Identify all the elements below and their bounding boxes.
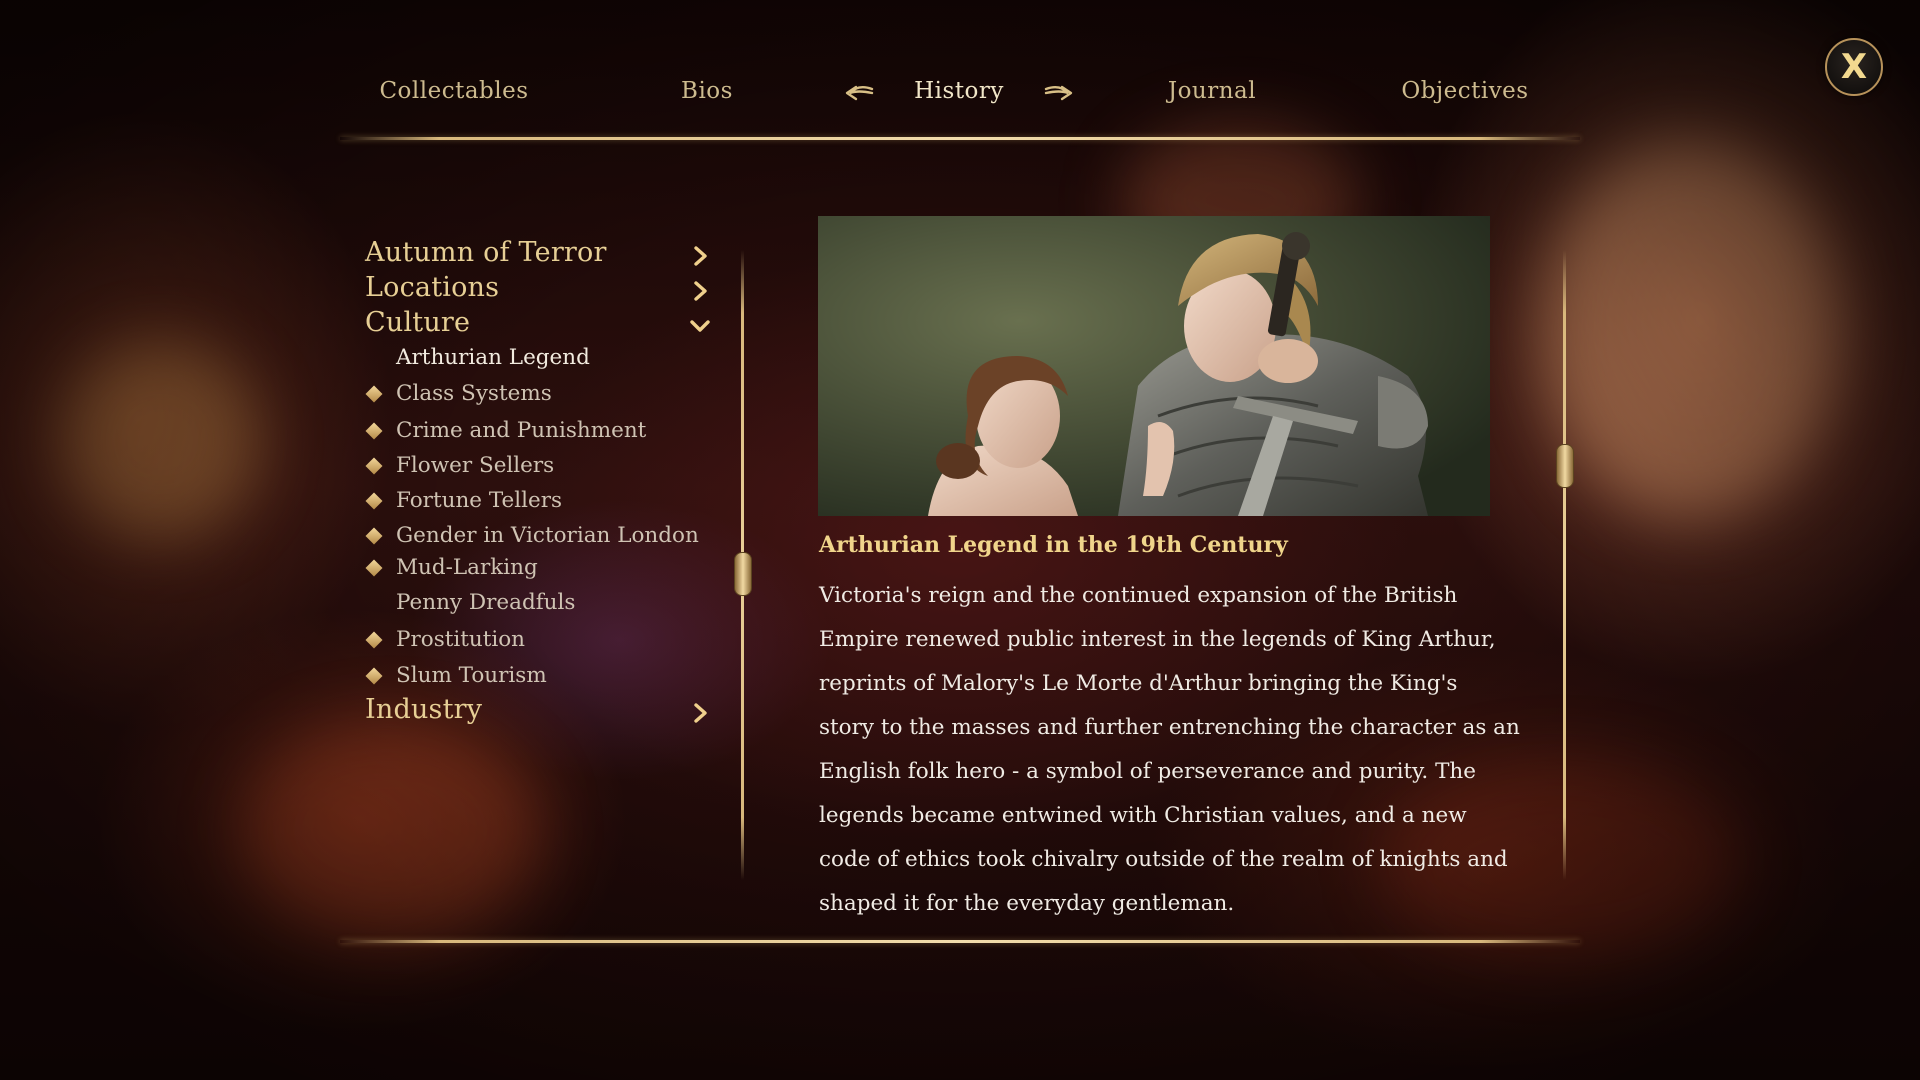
menu-item-label: Arthurian Legend — [396, 345, 590, 370]
tab-objectives[interactable]: Objectives — [1401, 78, 1528, 104]
menu-item-label: Flower Sellers — [396, 453, 555, 478]
menu-item-flower-sellers[interactable]: Flower Sellers — [365, 453, 710, 483]
tab-journal[interactable]: Journal — [1168, 78, 1256, 104]
menu-item-label: Slum Tourism — [396, 663, 547, 688]
menu-category-label: Culture — [365, 307, 471, 338]
menu-category-industry[interactable]: Industry — [365, 694, 710, 730]
article-scrollbar-thumb[interactable] — [1556, 444, 1574, 488]
menu-item-label: Crime and Punishment — [396, 418, 647, 443]
menu-item-label: Prostitution — [396, 627, 526, 652]
tab-bios[interactable]: Bios — [681, 78, 733, 104]
close-button[interactable]: X — [1825, 38, 1883, 96]
menu-category-autumn-of-terror[interactable]: Autumn of Terror — [365, 237, 710, 273]
menu-item-label: Fortune Tellers — [396, 488, 563, 513]
menu-item-label: Class Systems — [396, 381, 552, 406]
menu-category-label: Industry — [365, 694, 483, 725]
article-title: Arthurian Legend in the 19th Century — [819, 532, 1288, 558]
article-body: Victoria's reign and the continued expan… — [819, 574, 1520, 926]
article-painting — [818, 216, 1490, 516]
menu-scrollbar-thumb[interactable] — [734, 552, 752, 596]
new-entry-diamond-icon — [365, 492, 383, 510]
new-entry-diamond-icon — [365, 667, 383, 685]
new-entry-diamond-icon — [365, 457, 383, 475]
article-line: code of ethics took chivalry outside of … — [819, 847, 1508, 872]
menu-item-slum-tourism[interactable]: Slum Tourism — [365, 663, 710, 693]
chevron-right-icon — [694, 281, 707, 301]
next-tab-arrow-icon[interactable] — [1042, 80, 1076, 106]
menu-item-prostitution[interactable]: Prostitution — [365, 627, 710, 657]
tab-collectables[interactable]: Collectables — [379, 78, 528, 104]
menu-item-label: Mud-Larking — [396, 555, 538, 580]
menu-item-mud-larking[interactable]: Mud-Larking — [365, 555, 710, 585]
menu-item-gender-in-victorian-london[interactable]: Gender in Victorian London — [365, 523, 710, 553]
bottom-divider — [340, 940, 1580, 943]
article-line: reprints of Malory's Le Morte d'Arthur b… — [819, 671, 1458, 696]
article-line: Victoria's reign and the continued expan… — [819, 583, 1458, 608]
top-nav: Collectables Bios History Journal Object… — [340, 68, 1580, 118]
menu-item-arthurian-legend[interactable]: Arthurian Legend — [365, 345, 710, 375]
new-entry-diamond-icon — [365, 527, 383, 545]
menu-item-class-systems[interactable]: Class Systems — [365, 381, 710, 411]
chevron-down-icon — [690, 320, 710, 332]
chevron-right-icon — [694, 703, 707, 723]
close-icon: X — [1840, 47, 1868, 87]
menu-item-label: Penny Dreadfuls — [396, 590, 576, 615]
menu-category-culture[interactable]: Culture — [365, 307, 710, 343]
menu-item-penny-dreadfuls[interactable]: Penny Dreadfuls — [365, 590, 710, 620]
new-entry-diamond-icon — [365, 559, 383, 577]
tab-history[interactable]: History — [914, 78, 1004, 104]
menu-item-label: Gender in Victorian London — [396, 523, 699, 548]
menu-item-crime-and-punishment[interactable]: Crime and Punishment — [365, 418, 710, 448]
article-scrollbar-track[interactable] — [1563, 250, 1566, 880]
new-entry-diamond-icon — [365, 631, 383, 649]
menu-item-fortune-tellers[interactable]: Fortune Tellers — [365, 488, 710, 518]
chevron-right-icon — [694, 246, 707, 266]
article-line: English folk hero - a symbol of persever… — [819, 759, 1476, 784]
article-line: legends became entwined with Christian v… — [819, 803, 1467, 828]
top-divider — [340, 137, 1580, 140]
menu-category-label: Locations — [365, 272, 500, 303]
new-entry-diamond-icon — [365, 422, 383, 440]
prev-tab-arrow-icon[interactable] — [842, 80, 876, 106]
knight-and-lady-painting — [818, 216, 1490, 516]
menu-category-locations[interactable]: Locations — [365, 272, 710, 308]
new-entry-diamond-icon — [365, 385, 383, 403]
article-line: shaped it for the everyday gentleman. — [819, 891, 1235, 916]
menu-category-label: Autumn of Terror — [365, 237, 607, 268]
article-line: story to the masses and further entrench… — [819, 715, 1520, 740]
article-line: Empire renewed public interest in the le… — [819, 627, 1496, 652]
